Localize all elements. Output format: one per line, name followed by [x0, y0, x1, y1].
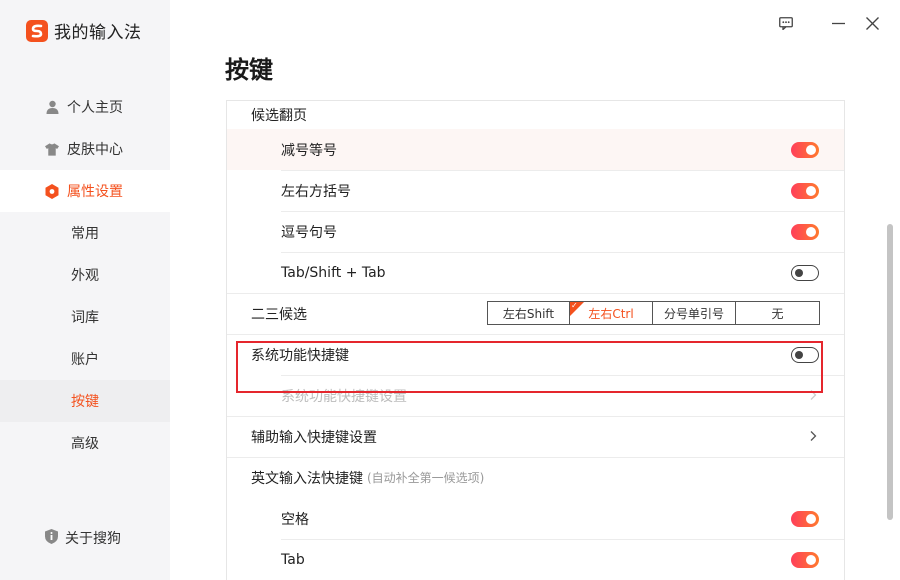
option-minus-equal[interactable]: 减号等号	[227, 129, 844, 170]
option-label: 逗号句号	[281, 224, 337, 241]
sidebar-item-label: 个人主页	[67, 100, 123, 116]
sidebar: 我的输入法 个人主页 皮肤中心 属性设置 常用 外观 词库 账户 按键 高级 关…	[0, 0, 170, 580]
toggle-switch[interactable]	[791, 552, 819, 568]
seg-option-label: 分号单引号	[663, 306, 724, 321]
toggle-switch[interactable]	[791, 265, 819, 281]
sidebar-item-label: 皮肤中心	[67, 142, 123, 158]
close-icon	[865, 15, 879, 34]
sidebar-subitem-general[interactable]: 常用	[0, 212, 170, 254]
close-button[interactable]	[861, 13, 883, 35]
section-label: 辅助输入快捷键设置	[251, 429, 377, 446]
seg-option-label: 左右Ctrl	[588, 306, 634, 321]
section-label: 二三候选	[251, 306, 307, 323]
sidebar-item-label: 属性设置	[67, 184, 123, 200]
option-label: 空格	[281, 511, 309, 528]
sidebar-subitem-label: 按键	[71, 394, 99, 410]
candidate-key-selector: 左右Shift ✓ 左右Ctrl 分号单引号 无	[487, 301, 820, 325]
sidebar-subitem-label: 外观	[71, 268, 99, 284]
check-icon: ✓	[571, 301, 578, 310]
seg-option-shift[interactable]: 左右Shift	[488, 302, 570, 324]
option-label: 左右方括号	[281, 183, 351, 200]
minimize-icon	[831, 15, 845, 34]
option-label: Tab/Shift + Tab	[281, 264, 386, 281]
about-label: 关于搜狗	[65, 531, 121, 547]
sidebar-item-skins[interactable]: 皮肤中心	[0, 128, 170, 170]
feedback-button[interactable]	[775, 13, 797, 35]
seg-option-label: 无	[771, 306, 784, 321]
seg-option-label: 左右Shift	[502, 306, 555, 321]
section-second-third-candidate: 二三候选 左右Shift ✓ 左右Ctrl 分号单引号 无	[227, 293, 844, 334]
toggle-switch[interactable]	[791, 511, 819, 527]
seg-option-ctrl[interactable]: ✓ 左右Ctrl	[570, 301, 653, 324]
sidebar-subitem-keys[interactable]: 按键	[0, 380, 170, 422]
tshirt-icon	[45, 142, 59, 156]
info-shield-icon	[45, 528, 58, 548]
seg-option-none[interactable]: 无	[736, 302, 819, 324]
page-title: 按键	[225, 56, 273, 84]
toggle-switch[interactable]	[791, 142, 819, 158]
section-label: 英文输入法快捷键	[251, 470, 363, 487]
option-tab[interactable]: Tab	[227, 539, 844, 580]
option-space[interactable]: 空格	[227, 498, 844, 539]
app-name: 我的输入法	[54, 23, 142, 43]
sidebar-subitem-label: 账户	[71, 352, 99, 368]
option-tab-shift-tab[interactable]: Tab/Shift + Tab	[227, 252, 844, 293]
sidebar-subitem-label: 常用	[71, 226, 99, 242]
seg-option-semicolon-quote[interactable]: 分号单引号	[653, 302, 736, 324]
section-english-shortcuts: 英文输入法快捷键 (自动补全第一候选项)	[227, 457, 844, 498]
sidebar-subitem-account[interactable]: 账户	[0, 338, 170, 380]
highlight-box	[236, 341, 823, 393]
sogou-logo-icon	[26, 19, 48, 42]
section-aux-input-shortcuts[interactable]: 辅助输入快捷键设置	[227, 416, 844, 457]
settings-panel: 候选翻页 减号等号 左右方括号 逗号句号 Tab/Shift + Tab 二三候…	[226, 100, 845, 580]
app-logo: 我的输入法	[26, 18, 142, 43]
sidebar-subitem-advanced[interactable]: 高级	[0, 422, 170, 464]
sidebar-item-profile[interactable]: 个人主页	[0, 86, 170, 128]
minimize-button[interactable]	[827, 13, 849, 35]
sidebar-subitem-dictionary[interactable]: 词库	[0, 296, 170, 338]
sidebar-subitem-appearance[interactable]: 外观	[0, 254, 170, 296]
option-label: Tab	[281, 551, 305, 568]
sidebar-item-settings[interactable]: 属性设置	[0, 170, 170, 212]
user-icon	[45, 100, 59, 114]
option-comma-period[interactable]: 逗号句号	[227, 211, 844, 252]
scrollbar-thumb[interactable]	[887, 224, 893, 520]
feedback-icon	[779, 15, 793, 34]
section-hint: (自动补全第一候选项)	[367, 471, 485, 485]
toggle-switch[interactable]	[791, 224, 819, 240]
option-square-brackets[interactable]: 左右方括号	[227, 170, 844, 211]
sidebar-subitem-label: 高级	[71, 436, 99, 452]
settings-hex-icon	[45, 183, 59, 199]
section-label: 候选翻页	[251, 107, 307, 124]
chevron-right-icon	[810, 431, 817, 441]
toggle-switch[interactable]	[791, 183, 819, 199]
about-link[interactable]: 关于搜狗	[45, 528, 121, 548]
sidebar-subitem-label: 词库	[71, 310, 99, 326]
option-label: 减号等号	[281, 142, 337, 159]
